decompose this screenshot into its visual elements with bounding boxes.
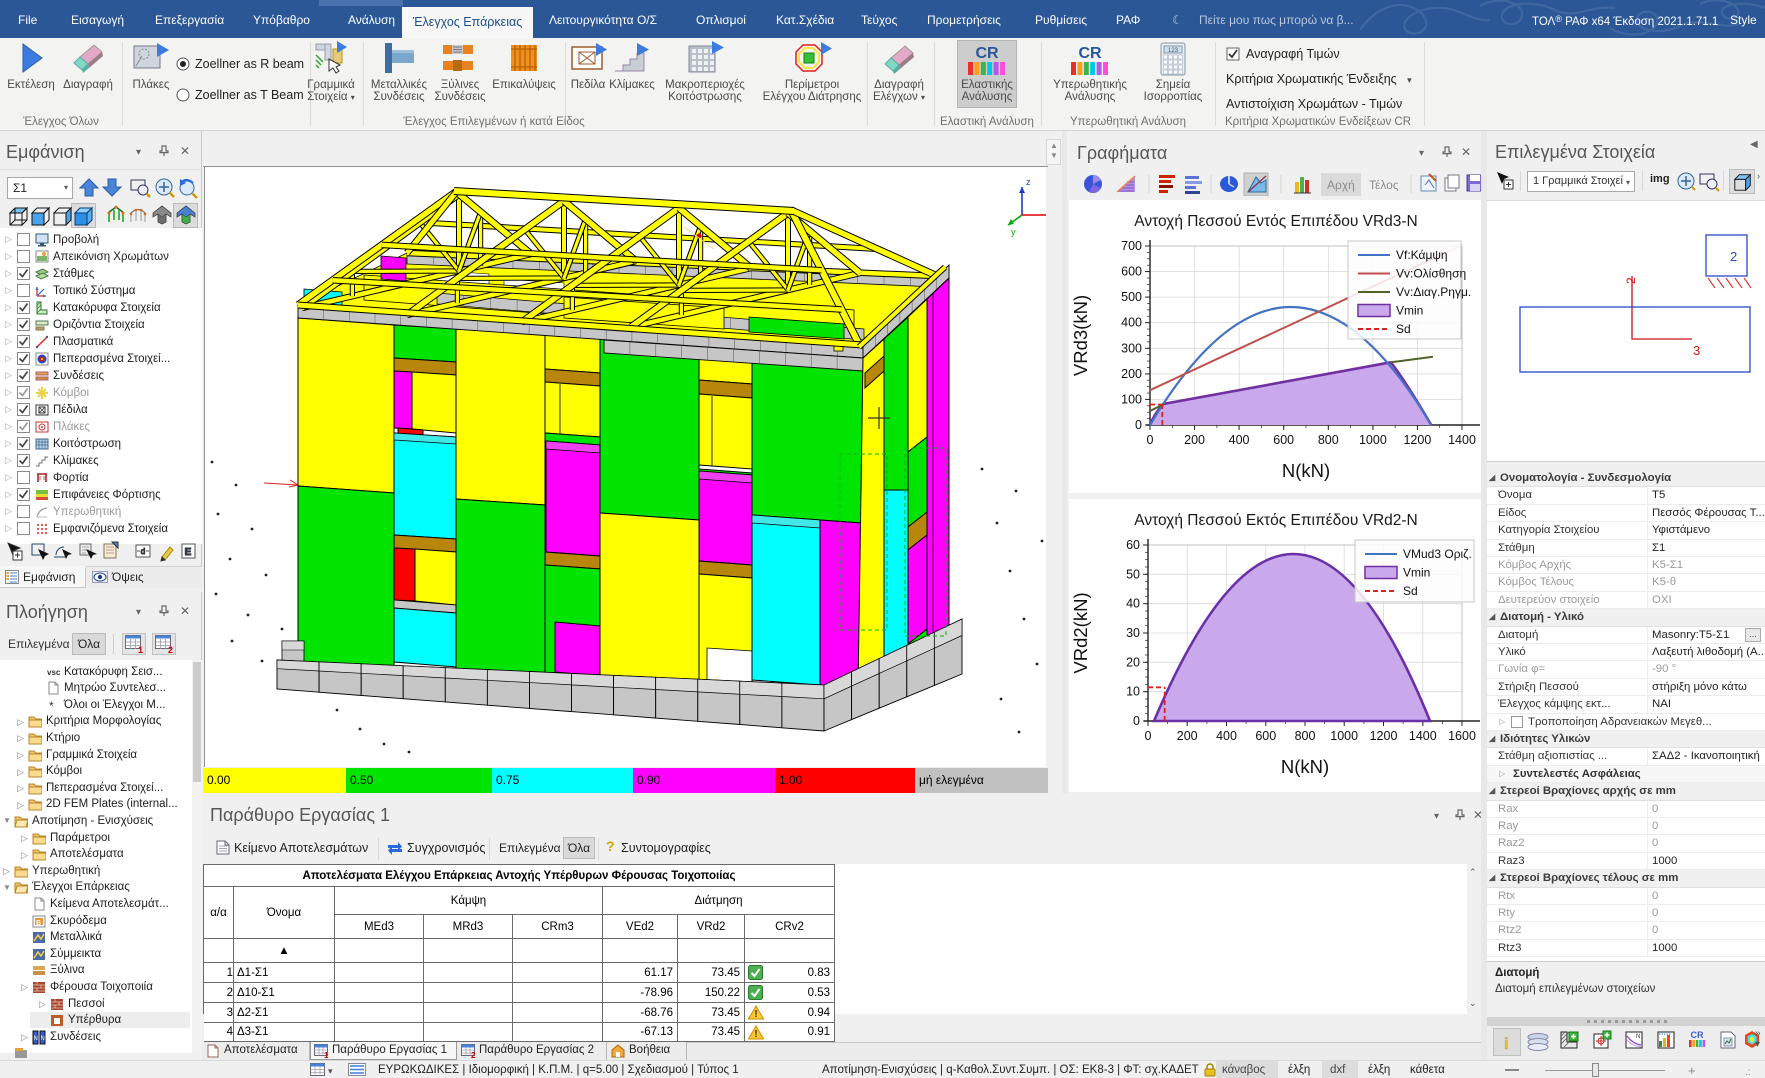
svg-text:N: N [34,1036,38,1042]
svg-text:2: 2 [471,1051,476,1058]
svg-text:60: 60 [1126,538,1140,552]
svg-text:CR: CR [1691,1030,1704,1040]
svg-text:0: 0 [1145,729,1152,743]
svg-text:30: 30 [1126,626,1140,640]
svg-text:500: 500 [1121,290,1142,304]
svg-text:200: 200 [1177,729,1198,743]
svg-text:100: 100 [1121,392,1142,406]
svg-text:1600: 1600 [1448,729,1476,743]
svg-text:3: 3 [1693,343,1700,358]
svg-text:1400: 1400 [1409,729,1437,743]
svg-text:50: 50 [1126,567,1140,581]
svg-text:700: 700 [1121,239,1142,253]
svg-text:800: 800 [1318,433,1339,447]
svg-text:600: 600 [1255,729,1276,743]
svg-text:400: 400 [1121,316,1142,330]
svg-text:1000: 1000 [1330,729,1358,743]
svg-text:1200: 1200 [1403,433,1431,447]
svg-text:E: E [185,547,192,558]
svg-text:N: N [41,1036,45,1042]
svg-text:2: 2 [168,645,173,653]
svg-text:400: 400 [1229,433,1250,447]
svg-text:vsc: vsc [47,668,60,677]
svg-text:Sd: Sd [1403,584,1418,598]
svg-text:0: 0 [1133,714,1140,728]
svg-text:10: 10 [1126,685,1140,699]
svg-text:VRd2(kN): VRd2(kN) [1070,592,1091,673]
svg-text:Vmin: Vmin [1396,304,1423,318]
svg-text:Vv:Ολίσθηση: Vv:Ολίσθηση [1396,267,1466,281]
svg-text:CR: CR [975,45,999,62]
svg-text:Τέλος: Τέλος [1369,178,1399,192]
svg-text:Vmin: Vmin [1403,566,1430,580]
svg-text:N(kN): N(kN) [1282,460,1330,481]
svg-text:▾: ▾ [328,1066,333,1076]
svg-text:!: ! [754,1009,757,1020]
svg-text:1: 1 [138,645,143,653]
svg-text:Αρχή: Αρχή [1327,178,1355,192]
svg-text:y: y [1011,227,1016,237]
svg-text:0: 0 [1135,418,1142,432]
svg-text:200: 200 [1184,433,1205,447]
svg-text:800: 800 [1295,729,1316,743]
svg-text:VRd3(kN): VRd3(kN) [1070,295,1091,376]
svg-text:CR: CR [1078,45,1102,62]
svg-text:40: 40 [1126,597,1140,611]
svg-text:N: N [1636,1034,1640,1040]
svg-text:Αντοχή Πεσσού Εκτός Επιπέδου V: Αντοχή Πεσσού Εκτός Επιπέδου VRd2-N [1134,512,1417,529]
svg-text:1200: 1200 [1370,729,1398,743]
svg-text:123: 123 [1168,48,1179,54]
svg-text:1000: 1000 [1359,433,1387,447]
svg-text:200: 200 [1121,367,1142,381]
svg-text:B: B [36,920,41,927]
svg-text:Vf:Κάμψη: Vf:Κάμψη [1396,248,1448,262]
svg-text:400: 400 [1216,729,1237,743]
svg-text:d: d [141,547,145,556]
svg-text:!: ! [754,1029,757,1040]
svg-text:Vv:Διαγ.Ρηγμ.: Vv:Διαγ.Ρηγμ. [1396,285,1471,299]
svg-text:2: 2 [1624,277,1638,284]
svg-text:VMud3 Οριζ.: VMud3 Οριζ. [1403,547,1472,561]
svg-text:300: 300 [1121,341,1142,355]
svg-text:*: * [49,699,54,713]
svg-text:600: 600 [1273,433,1294,447]
svg-text:i: i [1504,1036,1508,1053]
svg-text:20: 20 [1126,655,1140,669]
svg-text:z: z [1026,177,1031,187]
svg-text:0: 0 [1147,433,1154,447]
svg-text:1400: 1400 [1448,433,1476,447]
svg-text:Sd: Sd [1396,322,1411,336]
svg-text:N(kN): N(kN) [1281,756,1329,777]
svg-text:2: 2 [1730,249,1737,264]
svg-text:1: 1 [324,1051,329,1058]
svg-text:Αντοχή Πεσσού Εντός Επιπέδου V: Αντοχή Πεσσού Εντός Επιπέδου VRd3-N [1134,213,1417,230]
svg-text:600: 600 [1121,265,1142,279]
